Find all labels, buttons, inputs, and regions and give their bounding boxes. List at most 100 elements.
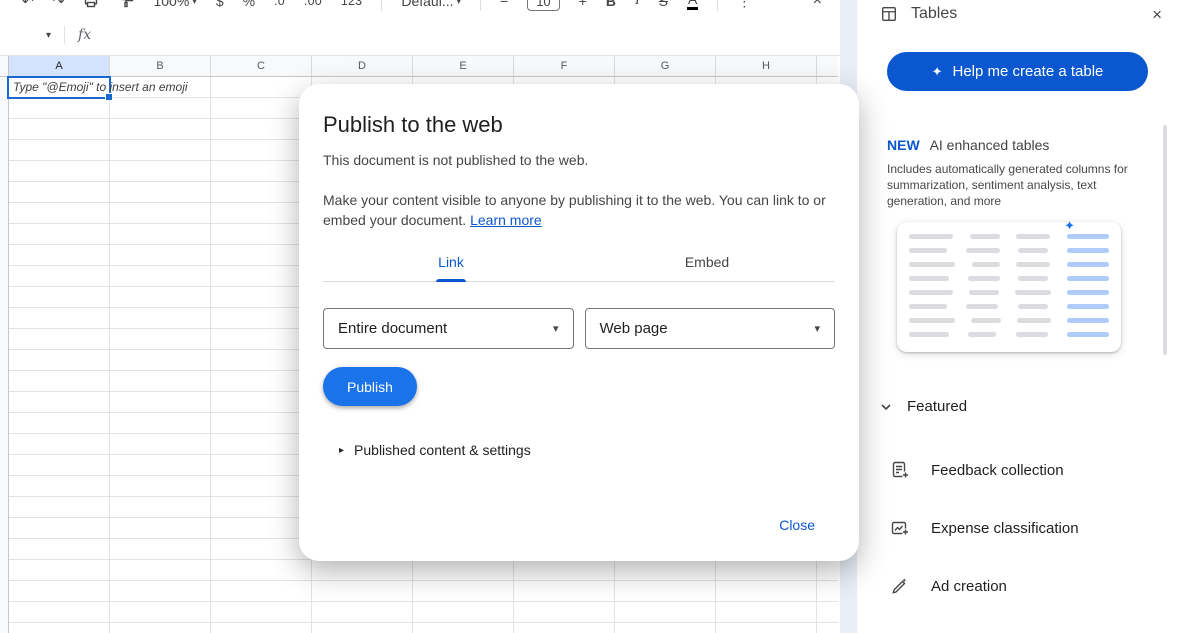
zoom-select[interactable]: 100%▾	[153, 0, 196, 9]
sidebar-title: Tables	[911, 5, 957, 23]
dialog-description: Make your content visible to anyone by p…	[323, 190, 835, 230]
illustration-bar	[1017, 318, 1051, 323]
tab-link[interactable]: Link	[323, 242, 579, 281]
ai-enhanced-tables-description: Includes automatically generated columns…	[887, 161, 1148, 209]
illustration-bar	[1016, 262, 1050, 267]
disclosure-arrow-icon: ▸	[339, 445, 344, 456]
percent-format-button[interactable]: %	[243, 0, 255, 9]
illustration-bar-blue	[1067, 290, 1109, 295]
column-header-e[interactable]: E	[413, 56, 514, 76]
italic-button[interactable]: I	[635, 0, 640, 9]
illustration-bar	[909, 304, 947, 309]
more-options-icon[interactable]: ⋮	[737, 0, 751, 10]
sparkle-icon: ✦	[932, 64, 943, 80]
chevron-down-icon	[878, 399, 894, 415]
illustration-bar-blue	[1067, 262, 1109, 267]
toolbar-close-icon[interactable]: ×	[813, 0, 822, 10]
bold-button[interactable]: B	[606, 0, 616, 9]
illustration-rows	[909, 234, 1109, 337]
active-cell-a1[interactable]: Type "@Emoji" to insert an emoji	[7, 76, 111, 99]
column-headers: A B C D E F G H	[0, 56, 838, 77]
feedback-collection-icon	[890, 460, 910, 480]
chevron-down-icon: ▾	[814, 322, 820, 335]
table-icon	[880, 5, 898, 23]
scope-select[interactable]: Entire document ▾	[323, 308, 574, 349]
publish-status-text: This document is not published to the we…	[323, 152, 835, 168]
new-badge: NEW	[887, 137, 920, 153]
featured-item-ad-creation[interactable]: Ad creation	[857, 557, 1178, 615]
increase-decimal-button[interactable]: .00	[304, 0, 322, 8]
decrease-font-size-button[interactable]: −	[500, 0, 508, 9]
illustration-bar	[968, 332, 996, 337]
column-header-c[interactable]: C	[211, 56, 312, 76]
cell-placeholder-text: Type "@Emoji" to insert an emoji	[13, 80, 188, 94]
sidebar-scrollbar[interactable]	[1163, 125, 1167, 355]
formula-bar-divider	[64, 26, 65, 44]
illustration-bar	[909, 234, 953, 239]
app-window: ↶ ↷ 100%▾ $ % .0 .00 123 Defaul...▾	[0, 0, 1178, 633]
currency-format-button[interactable]: $	[216, 0, 224, 9]
column-header-h[interactable]: H	[716, 56, 817, 76]
paint-format-icon[interactable]	[118, 0, 134, 9]
learn-more-link[interactable]: Learn more	[470, 212, 542, 228]
undo-icon[interactable]: ↶	[22, 0, 34, 10]
column-header-b[interactable]: B	[110, 56, 211, 76]
publish-options-row: Entire document ▾ Web page ▾	[323, 308, 835, 349]
sparkle-icon: ✦	[1064, 218, 1075, 234]
illustration-bar	[1016, 332, 1048, 337]
illustration-bar-blue	[1067, 234, 1109, 239]
text-color-button[interactable]: A	[687, 0, 698, 10]
illustration-bar	[1016, 234, 1050, 239]
tab-embed[interactable]: Embed	[579, 242, 835, 281]
format-select[interactable]: Web page ▾	[585, 308, 836, 349]
column-header-g[interactable]: G	[615, 56, 716, 76]
illustration-bar	[909, 276, 949, 281]
fx-icon: fx	[78, 27, 91, 43]
strikethrough-button[interactable]: S	[659, 0, 668, 9]
formula-bar[interactable]: ▾ fx	[0, 15, 840, 56]
row-gutter	[0, 77, 9, 633]
sidebar-close-icon[interactable]: ×	[1152, 6, 1162, 23]
font-select[interactable]: Defaul...▾	[401, 0, 461, 9]
featured-item-expense-classification[interactable]: Expense classification	[857, 499, 1178, 557]
column-header-d[interactable]: D	[312, 56, 413, 76]
redo-icon[interactable]: ↷	[53, 0, 65, 10]
illustration-bar	[1018, 304, 1048, 309]
column-header-f[interactable]: F	[514, 56, 615, 76]
name-box-chevron-icon[interactable]: ▾	[46, 30, 51, 41]
featured-section-toggle[interactable]: Featured	[857, 398, 1178, 415]
tables-sidebar: Tables × ✦ Help me create a table NEW AI…	[857, 0, 1178, 633]
chevron-down-icon: ▾	[553, 322, 559, 335]
dialog-close-button[interactable]: Close	[779, 517, 815, 533]
illustration-bar	[972, 262, 1000, 267]
expense-classification-icon	[890, 518, 910, 538]
decrease-decimal-button[interactable]: .0	[274, 0, 285, 8]
column-header-a[interactable]: A	[9, 56, 110, 76]
illustration-bar-blue	[1067, 304, 1109, 309]
toolbar-divider	[381, 0, 382, 11]
illustration-bar	[969, 290, 999, 295]
grid-corner[interactable]	[0, 56, 9, 76]
column-header-partial[interactable]	[817, 56, 838, 76]
print-icon[interactable]	[83, 0, 99, 9]
illustration-bar	[909, 332, 949, 337]
illustration-bar	[968, 276, 1000, 281]
illustration-bar-blue	[1067, 248, 1109, 253]
help-me-create-table-button[interactable]: ✦ Help me create a table	[887, 52, 1148, 91]
featured-item-feedback-collection[interactable]: Feedback collection	[857, 441, 1178, 499]
font-size-input[interactable]: 10	[527, 0, 559, 11]
ad-creation-icon	[890, 576, 910, 596]
illustration-bar-blue	[1067, 318, 1109, 323]
illustration-bar-blue	[1067, 332, 1109, 337]
more-formats-button[interactable]: 123	[341, 0, 362, 8]
publish-button[interactable]: Publish	[323, 367, 417, 406]
increase-font-size-button[interactable]: +	[579, 0, 587, 9]
illustration-bar	[909, 262, 955, 267]
ai-table-illustration: ✦	[897, 222, 1121, 352]
illustration-bar	[1015, 290, 1051, 295]
toolbar: ↶ ↷ 100%▾ $ % .0 .00 123 Defaul...▾	[0, 0, 840, 15]
illustration-bar	[970, 234, 1000, 239]
toolbar-divider	[480, 0, 481, 11]
illustration-bar	[909, 318, 955, 323]
published-content-settings-toggle[interactable]: ▸ Published content & settings	[323, 442, 835, 458]
